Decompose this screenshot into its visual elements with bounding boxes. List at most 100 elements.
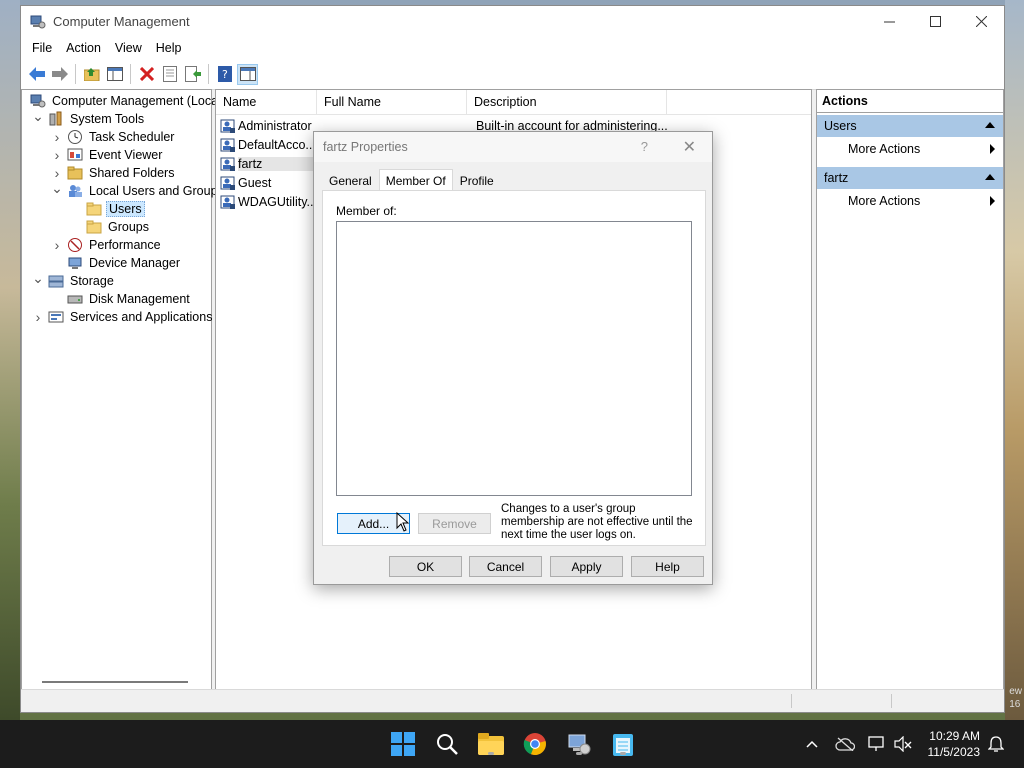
dialog-title-bar[interactable]: fartz Properties ? ✕ (314, 132, 712, 162)
expanded-chevron-icon[interactable]: ⌄ (32, 269, 44, 287)
notifications-button[interactable] (986, 734, 1006, 754)
user-name-cell: Guest (238, 175, 272, 190)
collapsed-chevron-icon[interactable]: › (51, 146, 63, 164)
expanded-chevron-icon[interactable]: ⌄ (51, 179, 63, 197)
menu-file[interactable]: File (25, 41, 59, 55)
event-viewer-icon (67, 147, 83, 163)
tree-item-label: Shared Folders (89, 166, 175, 180)
storage-icon (48, 273, 64, 289)
table-row[interactable]: WDAGUtility... (220, 192, 314, 211)
tab-profile[interactable]: Profile (453, 169, 501, 192)
actions-section-users[interactable]: Users (817, 115, 1003, 137)
tree-item-shared-folders[interactable]: › Shared Folders (51, 164, 176, 182)
tree-item-services-and-applications[interactable]: › Services and Applications (32, 308, 214, 326)
tree-item-label: Device Manager (89, 256, 181, 270)
volume-tray-button[interactable] (892, 734, 914, 754)
collapsed-chevron-icon[interactable]: › (51, 236, 63, 254)
system-tools-icon (48, 111, 64, 127)
system-clock[interactable]: 10:29 AM 11/5/2023 (928, 728, 981, 760)
network-tray-button[interactable] (866, 734, 888, 754)
file-explorer-button[interactable] (476, 729, 506, 759)
chrome-button[interactable] (520, 729, 550, 759)
users-more-actions[interactable]: More Actions (817, 137, 1003, 161)
table-row[interactable]: Administrator Built-in account for admini… (220, 116, 668, 135)
title-bar[interactable]: Computer Management (21, 6, 1004, 37)
actions-section-fartz[interactable]: fartz (817, 167, 1003, 189)
dialog-close-button[interactable]: ✕ (683, 137, 696, 157)
export-list-icon (184, 66, 201, 82)
menu-help[interactable]: Help (149, 41, 189, 55)
table-row[interactable]: fartz (220, 154, 314, 173)
status-separator (891, 694, 892, 708)
minimize-button[interactable] (866, 6, 912, 37)
actions-pane: Actions Users More Actions fartz More Ac… (816, 89, 1004, 690)
tree-item-users[interactable]: Users (70, 200, 145, 218)
tree-item-performance[interactable]: › Performance (51, 236, 163, 254)
tree-item-event-viewer[interactable]: › Event Viewer (51, 146, 164, 164)
bell-icon (988, 736, 1004, 752)
start-button[interactable] (388, 729, 418, 759)
collapsed-chevron-icon[interactable]: › (32, 308, 44, 326)
desktop-edge-text: ew 16 (1009, 685, 1022, 711)
show-hide-action-pane-button[interactable] (237, 63, 258, 85)
menu-view[interactable]: View (108, 41, 149, 55)
dialog-help-button[interactable]: ? (641, 139, 648, 154)
column-header-full-name[interactable]: Full Name (317, 90, 467, 114)
tree-item-groups[interactable]: Groups (70, 218, 151, 236)
tree-item-device-manager[interactable]: Device Manager (51, 254, 182, 272)
membership-note: Changes to a user's group membership are… (501, 503, 693, 541)
delete-x-icon (139, 67, 154, 81)
cloud-offline-icon (835, 737, 855, 751)
remove-group-button[interactable]: Remove (418, 513, 491, 534)
expanded-chevron-icon[interactable]: ⌄ (32, 107, 44, 125)
notepad-button[interactable] (608, 729, 638, 759)
tree-item-storage[interactable]: ⌄ Storage (32, 269, 116, 290)
tab-general[interactable]: General (322, 169, 379, 192)
svg-text:?: ? (222, 68, 228, 81)
collapsed-chevron-icon[interactable]: › (51, 128, 63, 146)
user-name-cell: fartz (238, 156, 314, 171)
maximize-button[interactable] (912, 6, 958, 37)
forward-button[interactable] (49, 64, 70, 85)
member-of-listbox[interactable] (336, 221, 692, 496)
tree-item-local-users-and-groups[interactable]: ⌄ Local Users and Groups (51, 179, 226, 200)
computer-management-taskbar-button[interactable] (564, 729, 594, 759)
cancel-button[interactable]: Cancel (469, 556, 542, 577)
fartz-more-actions[interactable]: More Actions (817, 189, 1003, 213)
table-row[interactable]: Guest (220, 173, 314, 192)
properties-button[interactable] (159, 64, 180, 85)
search-button[interactable] (432, 729, 462, 759)
tree-item-system-tools[interactable]: ⌄ System Tools (32, 107, 146, 128)
apply-button[interactable]: Apply (550, 556, 623, 577)
tree-item-label: Performance (89, 238, 161, 252)
running-indicator (576, 752, 582, 755)
more-actions-label: More Actions (848, 194, 921, 208)
back-button[interactable] (26, 64, 47, 85)
ok-button[interactable]: OK (389, 556, 462, 577)
tree-item-label: Local Users and Groups (89, 184, 224, 198)
help-button[interactable]: ? (214, 64, 235, 85)
tree-horizontal-scrollbar[interactable] (42, 681, 188, 683)
user-name-cell: DefaultAcco... (238, 137, 314, 152)
table-row[interactable]: DefaultAcco... (220, 135, 314, 154)
export-list-button[interactable] (182, 64, 203, 85)
column-header-description[interactable]: Description (467, 90, 667, 114)
delete-button[interactable] (136, 64, 157, 85)
tree-item-label: Computer Management (Local (52, 94, 221, 108)
up-one-level-button[interactable] (81, 64, 102, 85)
collapse-triangle-icon (985, 174, 995, 180)
onedrive-tray-icon-button[interactable] (834, 734, 856, 754)
help-dialog-button[interactable]: Help (631, 556, 704, 577)
tree-item-task-scheduler[interactable]: › Task Scheduler (51, 128, 176, 146)
tree-item-disk-management[interactable]: Disk Management (51, 290, 192, 308)
console-tree: Computer Management (Local ⌄ System Tools ›… (21, 89, 224, 690)
show-hidden-icons-button[interactable] (804, 734, 820, 754)
close-button[interactable] (958, 6, 1004, 37)
show-hide-console-tree-button[interactable] (104, 64, 125, 85)
column-header-name[interactable]: Name (216, 90, 317, 114)
taskbar: 10:29 AM 11/5/2023 (0, 720, 1024, 768)
menu-action[interactable]: Action (59, 41, 108, 55)
tree-item-computer-management-local[interactable]: Computer Management (Local (26, 92, 223, 110)
tab-member-of[interactable]: Member Of (378, 169, 453, 192)
